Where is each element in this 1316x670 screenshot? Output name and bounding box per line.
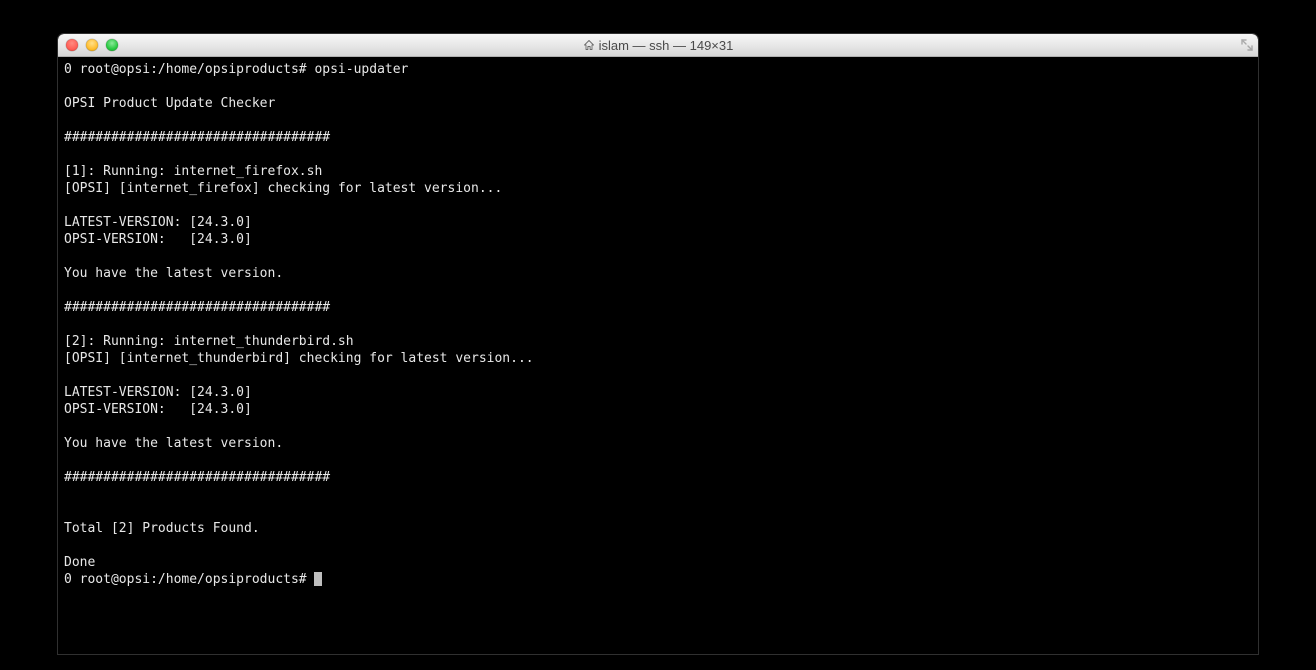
terminal-prompt: 0 root@opsi:/home/opsiproducts# [64, 572, 314, 587]
terminal-line: Total [2] Products Found. [64, 521, 260, 536]
minimize-button[interactable] [86, 39, 98, 51]
terminal-line: [1]: Running: internet_firefox.sh [64, 164, 322, 179]
window-title-text: islam — ssh — 149×31 [599, 38, 734, 53]
terminal-line: You have the latest version. [64, 266, 283, 281]
window-title: islam — ssh — 149×31 [58, 38, 1258, 53]
terminal-line: ################################## [64, 130, 330, 145]
terminal-line: OPSI-VERSION: [24.3.0] [64, 402, 252, 417]
terminal-line: LATEST-VERSION: [24.3.0] [64, 385, 252, 400]
close-button[interactable] [66, 39, 78, 51]
cursor [314, 572, 322, 586]
terminal-window: islam — ssh — 149×31 0 root@opsi:/home/o… [58, 34, 1258, 654]
terminal-line: ################################## [64, 470, 330, 485]
terminal-line: LATEST-VERSION: [24.3.0] [64, 215, 252, 230]
terminal-line: ################################## [64, 300, 330, 315]
terminal-line: 0 root@opsi:/home/opsiproducts# opsi-upd… [64, 62, 408, 77]
titlebar[interactable]: islam — ssh — 149×31 [58, 34, 1258, 57]
expand-icon[interactable] [1240, 38, 1254, 52]
terminal-line: Done [64, 555, 95, 570]
terminal-output[interactable]: 0 root@opsi:/home/opsiproducts# opsi-upd… [58, 57, 1258, 654]
zoom-button[interactable] [106, 39, 118, 51]
terminal-line: OPSI-VERSION: [24.3.0] [64, 232, 252, 247]
terminal-line: OPSI Product Update Checker [64, 96, 275, 111]
traffic-lights [58, 39, 118, 51]
terminal-line: [2]: Running: internet_thunderbird.sh [64, 334, 354, 349]
terminal-line: [OPSI] [internet_firefox] checking for l… [64, 181, 502, 196]
terminal-line: [OPSI] [internet_thunderbird] checking f… [64, 351, 534, 366]
terminal-line: You have the latest version. [64, 436, 283, 451]
home-icon [583, 39, 595, 51]
